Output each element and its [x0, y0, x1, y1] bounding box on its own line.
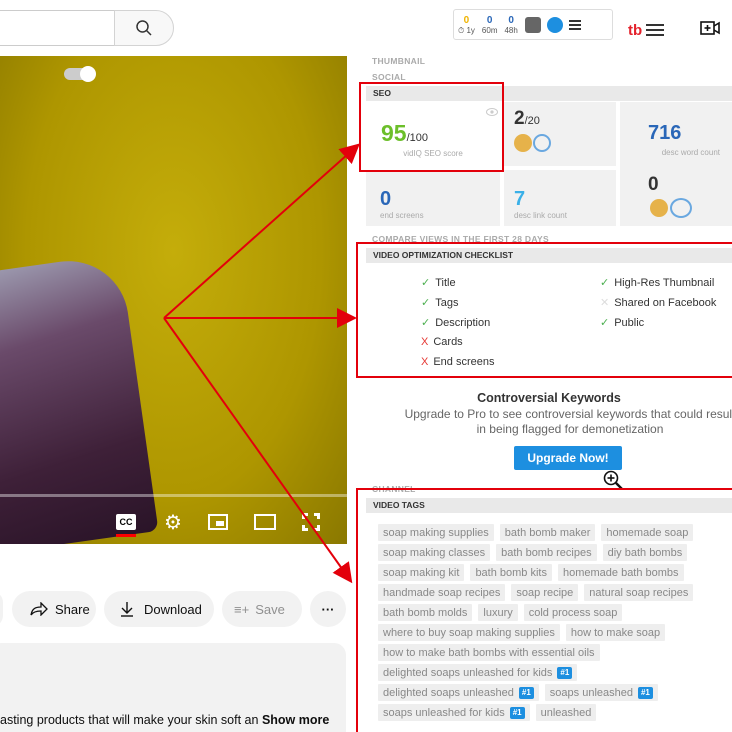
avatar: [514, 134, 532, 152]
thumbnail-section-label[interactable]: THUMBNAIL: [372, 56, 425, 66]
share-icon: [30, 602, 48, 616]
avatar: [650, 199, 668, 217]
subtitles-active-indicator: [116, 534, 136, 537]
desc-link-count-tile: 7 desc link count: [504, 170, 616, 226]
create-video-icon[interactable]: [700, 20, 720, 36]
subtitles-button[interactable]: CC: [116, 514, 136, 530]
end-screens-tile: 0 end screens: [366, 170, 500, 226]
search-button[interactable]: [114, 10, 174, 46]
vidiq-toolbar: 0 ⏱ 1y 0 60m 0 48h: [453, 9, 613, 40]
miniplayer-icon[interactable]: [208, 514, 228, 530]
stat-48h: 0 48h: [504, 14, 518, 35]
menu-icon[interactable]: [568, 19, 581, 30]
link-icon: [533, 134, 551, 152]
show-more-link[interactable]: Show more: [262, 713, 329, 727]
more-actions-button[interactable]: ···: [310, 591, 346, 627]
social-section-label[interactable]: SOCIAL: [372, 72, 406, 82]
tags-count-tile: 2/20: [504, 102, 616, 166]
vidiq-logo-icon[interactable]: [546, 16, 563, 33]
autoplay-toggle[interactable]: [64, 66, 96, 82]
playlist-add-icon: ≡+: [234, 601, 250, 617]
fullscreen-icon[interactable]: [302, 513, 320, 531]
annotation-box-seo: [359, 82, 504, 172]
share-button[interactable]: Share: [12, 591, 96, 627]
stat-1y: 0 ⏱ 1y: [458, 14, 475, 35]
upgrade-now-button[interactable]: Upgrade Now!: [514, 446, 622, 470]
subscribe-icon: [670, 198, 692, 218]
description-text: asting products that will make your skin…: [0, 713, 330, 727]
save-button[interactable]: ≡+ Save: [222, 591, 302, 627]
download-icon: [121, 602, 133, 617]
settings-gear-icon[interactable]: ⚙: [164, 510, 182, 535]
tubebuddy-logo-icon: tb: [628, 21, 643, 39]
theater-mode-icon[interactable]: [254, 514, 276, 530]
controversial-keywords-title: Controversial Keywords: [477, 391, 621, 405]
tubebuddy-menu[interactable]: tb: [628, 17, 680, 43]
annotation-box-tags: [356, 488, 732, 732]
progress-bar[interactable]: [0, 494, 347, 497]
search-input[interactable]: [0, 10, 115, 46]
chart-icon[interactable]: [524, 16, 541, 33]
video-player[interactable]: CC ⚙: [0, 56, 347, 544]
search-icon: [136, 20, 152, 36]
desc-word-count-tile: 716 desc word count: [620, 102, 732, 166]
like-button-partial[interactable]: [0, 591, 3, 627]
subscribe-link-tile: 0: [620, 166, 732, 226]
stat-60m: 0 60m: [481, 14, 498, 35]
download-button[interactable]: Download: [104, 591, 214, 627]
annotation-box-checklist: [356, 242, 732, 378]
controversial-keywords-text: Upgrade to Pro to see controversial keyw…: [404, 407, 732, 436]
hamburger-icon: [646, 24, 665, 36]
